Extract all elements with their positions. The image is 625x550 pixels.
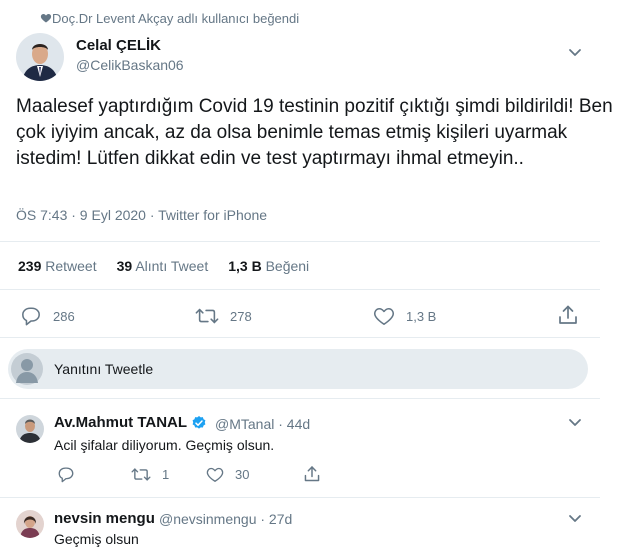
like-button[interactable]: 1,3 B (373, 306, 436, 326)
reply-icon (58, 467, 74, 483)
author-handle[interactable]: @CelikBaskan06 (76, 57, 184, 73)
chevron-down-icon[interactable] (568, 418, 582, 428)
reply-author-handle[interactable]: @MTanal · 44d (215, 416, 310, 432)
reply-avatar[interactable] (16, 510, 44, 538)
quote-stat-count: 39 (116, 258, 133, 274)
retweet-button[interactable]: 278 (195, 306, 252, 326)
reply-count: 286 (53, 308, 75, 324)
reply-share-button[interactable] (303, 465, 332, 483)
divider (0, 337, 600, 338)
reply-text: Geçmiş olsun (54, 531, 139, 547)
reply-retweet-count: 1 (162, 467, 170, 482)
reply-avatar[interactable] (16, 415, 44, 443)
reply-reply-button[interactable] (57, 466, 86, 483)
retweet-stat-label: Retweet (45, 258, 97, 274)
liked-by-heart-icon (40, 14, 52, 23)
share-button[interactable] (557, 304, 590, 326)
reply-input-placeholder: Yanıtını Tweetle (54, 361, 154, 377)
like-stat[interactable]: 1,3 B Beğeni (228, 258, 309, 274)
reply-button[interactable]: 286 (20, 306, 75, 326)
quote-stat[interactable]: 39 Alıntı Tweet (117, 258, 209, 274)
reply-retweet-button[interactable]: 1 (131, 466, 169, 483)
reply-input[interactable]: Yanıtını Tweetle (8, 349, 588, 389)
chevron-down-icon[interactable] (568, 514, 582, 524)
quote-stat-label: Alıntı Tweet (135, 258, 209, 274)
tweet-stats: 239 Retweet 39 Alıntı Tweet 1,3 B Beğeni (18, 258, 309, 274)
divider (0, 398, 600, 399)
author-name[interactable]: Celal ÇELİK (76, 37, 161, 54)
social-context[interactable]: Doç.Dr Levent Akçay adlı kullanıcı beğen… (52, 11, 299, 26)
reply-like-button[interactable]: 30 (206, 466, 249, 483)
like-stat-count: 1,3 B (228, 258, 262, 274)
share-icon (304, 466, 320, 482)
chevron-down-icon[interactable] (568, 48, 582, 58)
tweet-meta[interactable]: ÖS 7:43 · 9 Eyl 2020 · Twitter for iPhon… (16, 207, 267, 223)
reply-author-name[interactable]: nevsin mengu (54, 510, 155, 527)
retweet-icon (131, 468, 151, 481)
current-user-avatar (11, 353, 43, 385)
author-avatar[interactable] (16, 33, 64, 81)
retweet-count: 278 (230, 308, 252, 324)
tweet-text: Maalesef yaptırdığım Covid 19 testinin p… (16, 96, 613, 169)
retweet-icon (195, 308, 219, 324)
divider (0, 241, 600, 242)
reply-icon (22, 307, 40, 326)
like-icon (206, 467, 224, 482)
reply-text: Acil şifalar diliyorum. Geçmiş olsun. (54, 437, 275, 453)
like-stat-label: Beğeni (265, 258, 310, 274)
reply-like-count: 30 (235, 467, 250, 482)
share-icon (559, 305, 577, 324)
like-icon (374, 307, 394, 325)
divider (0, 289, 600, 290)
divider (0, 497, 600, 498)
verified-icon (192, 416, 206, 429)
like-count: 1,3 B (406, 308, 437, 324)
retweet-stat[interactable]: 239 Retweet (18, 258, 97, 274)
reply-author-name[interactable]: Av.Mahmut TANAL (54, 414, 187, 431)
retweet-stat-count: 239 (18, 258, 42, 274)
reply-author-handle[interactable]: @nevsinmengu · 27d (159, 511, 292, 527)
